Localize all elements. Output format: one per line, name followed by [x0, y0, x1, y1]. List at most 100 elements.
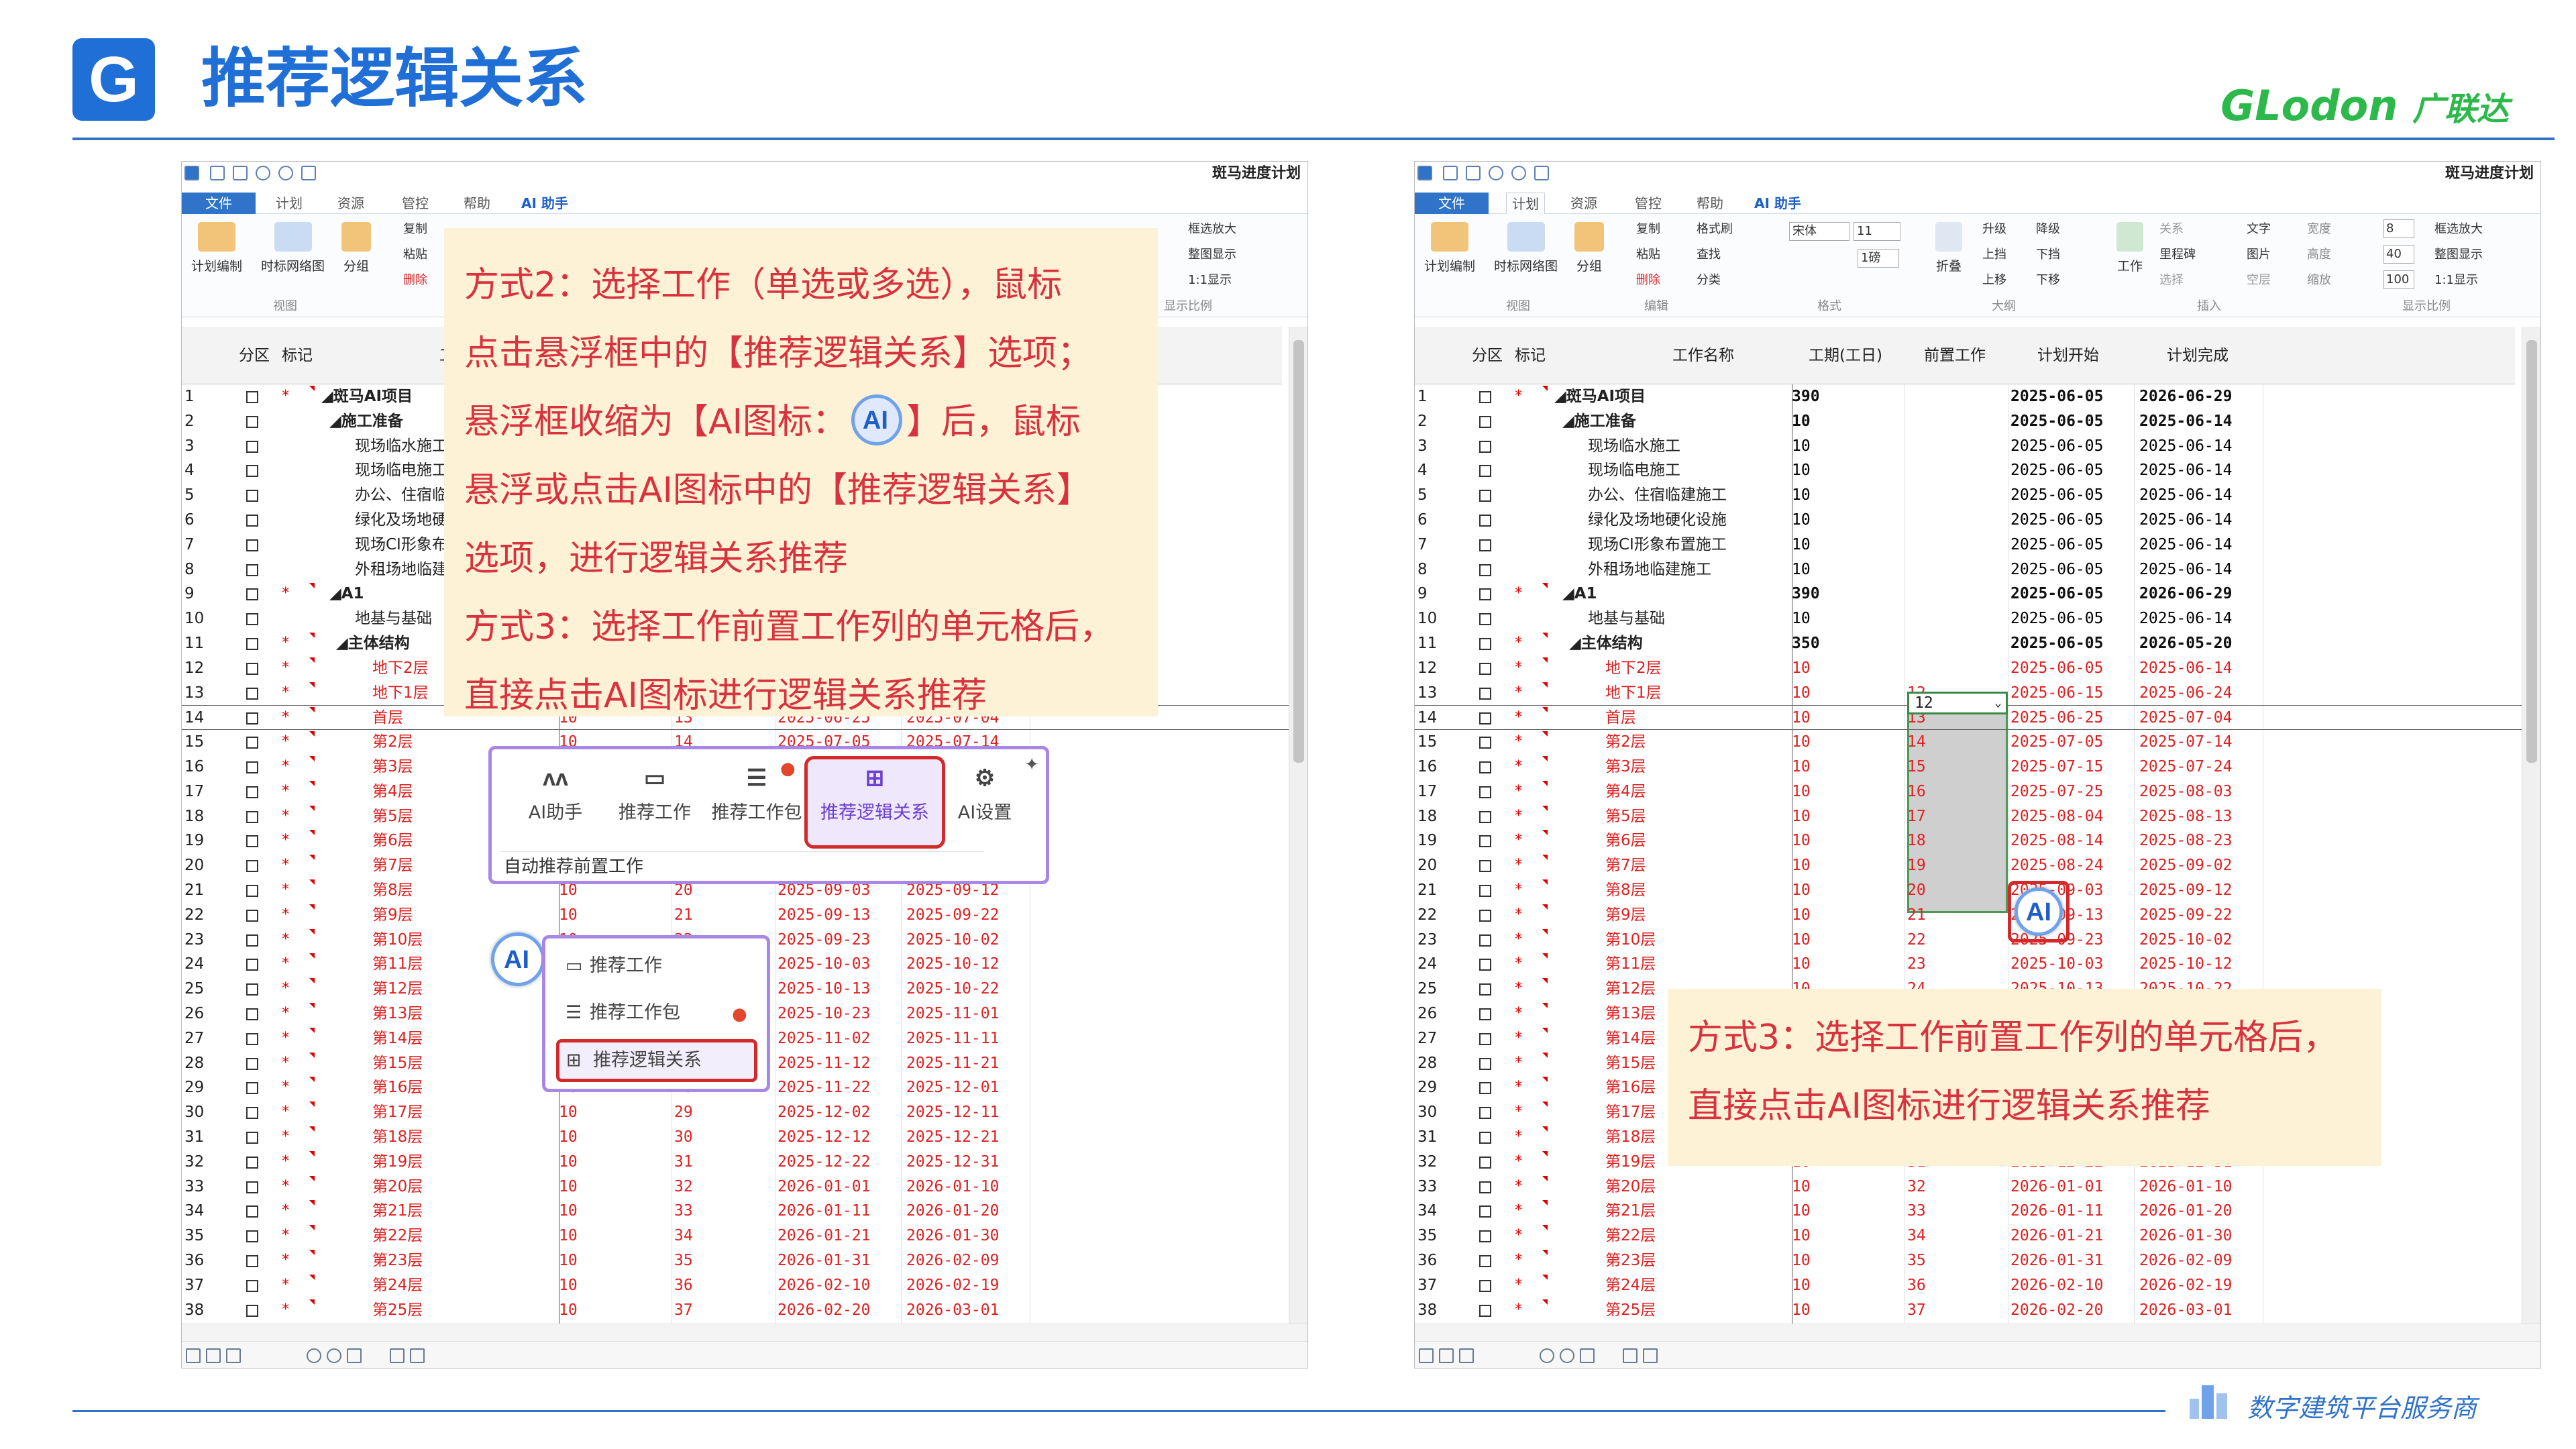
- print-icon[interactable]: [301, 166, 316, 180]
- contrast-icon[interactable]: [1560, 1348, 1574, 1363]
- one-to-one-button[interactable]: 1:1显示: [2434, 272, 2478, 289]
- row-checkbox[interactable]: [246, 712, 258, 725]
- new-icon[interactable]: [1443, 166, 1458, 180]
- whole-view-button[interactable]: 整图显示: [1188, 246, 1236, 264]
- row-checkbox[interactable]: [1479, 1132, 1491, 1144]
- row-checkbox[interactable]: [246, 761, 258, 773]
- height-input[interactable]: 40: [2383, 245, 2414, 264]
- table-row[interactable]: 1 * ◢斑马AI项目 390 2025-06-05 2026-06-29: [1415, 384, 2523, 409]
- row-checkbox[interactable]: [1479, 662, 1491, 675]
- row-checkbox[interactable]: [1479, 490, 1491, 502]
- tab-control[interactable]: 管控: [402, 193, 429, 214]
- grid-icon[interactable]: [246, 1348, 261, 1363]
- table-row[interactable]: 21 * 第8层 10 20 2025-09-03 2025-09-12: [1415, 878, 2523, 903]
- header-predecessor[interactable]: 前置工作: [1904, 327, 2005, 384]
- row-checkbox[interactable]: [246, 1230, 258, 1243]
- timescale-network-button[interactable]: 时标网络图: [261, 222, 325, 274]
- view-icon[interactable]: [1439, 1348, 1454, 1363]
- row-checkbox[interactable]: [1479, 909, 1491, 922]
- table-row[interactable]: 34 * 第21层 10 33 2026-01-11 2026-01-20: [1415, 1199, 2523, 1224]
- goto-up-button[interactable]: 上挡: [1982, 246, 2006, 264]
- row-checkbox[interactable]: [1479, 1304, 1491, 1317]
- filter-icon[interactable]: [1540, 1348, 1554, 1363]
- view-icon[interactable]: [186, 1348, 201, 1363]
- row-checkbox[interactable]: [246, 1107, 258, 1120]
- view-icon[interactable]: [1459, 1348, 1474, 1363]
- row-checkbox[interactable]: [1479, 1230, 1491, 1243]
- pin-icon[interactable]: ✦: [1024, 755, 1039, 775]
- row-checkbox[interactable]: [246, 1279, 258, 1292]
- table-row[interactable]: 4 现场临电施工 10 2025-06-05 2025-06-14: [1415, 458, 2523, 483]
- table-row[interactable]: 36 * 第23层 10 35 2026-01-31 2026-02-09: [1415, 1248, 2523, 1273]
- row-checkbox[interactable]: [246, 909, 258, 922]
- header-mark[interactable]: 标记: [277, 327, 317, 384]
- plan-edit-button[interactable]: 计划编制: [1424, 222, 1475, 274]
- tab-resource[interactable]: 资源: [1570, 193, 1597, 214]
- table-row[interactable]: 33 * 第20层 10 32 2026-01-01 2026-01-10: [1415, 1175, 2523, 1199]
- row-checkbox[interactable]: [1479, 835, 1491, 848]
- vertical-scrollbar[interactable]: [1289, 327, 1307, 1342]
- table-row[interactable]: 6 绿化及场地硬化设施 10 2025-06-05 2025-06-14: [1415, 508, 2523, 533]
- row-checkbox[interactable]: [246, 638, 258, 650]
- row-checkbox[interactable]: [1479, 786, 1491, 798]
- row-checkbox[interactable]: [1479, 712, 1491, 725]
- row-checkbox[interactable]: [246, 835, 258, 848]
- row-checkbox[interactable]: [1479, 1008, 1491, 1020]
- horizontal-scrollbar[interactable]: [182, 1324, 1307, 1341]
- row-checkbox[interactable]: [1479, 588, 1491, 601]
- classify-button[interactable]: 分类: [1697, 272, 1721, 289]
- table-row[interactable]: 16*第3层10152025-07-152025-07-24: [1415, 755, 2523, 780]
- panel-icon[interactable]: [1623, 1348, 1638, 1363]
- layout-icon[interactable]: [1580, 1348, 1595, 1363]
- menu-recommend-package[interactable]: ☰ 推荐工作包 ●: [556, 995, 757, 1031]
- tab-ai-assistant[interactable]: AI 助手: [521, 193, 568, 214]
- table-row[interactable]: 38 * 第25层 10 37 2026-02-20 2026-03-01: [182, 1298, 1290, 1323]
- row-checkbox[interactable]: [1479, 1279, 1491, 1292]
- row-checkbox[interactable]: [1479, 638, 1491, 650]
- row-checkbox[interactable]: [1479, 564, 1491, 576]
- predecessor-cell-editor[interactable]: 12 ⌄: [1907, 692, 2008, 714]
- zoom-input[interactable]: 100: [2383, 270, 2414, 289]
- goto-down-button[interactable]: 下挡: [2036, 246, 2060, 264]
- delete-button[interactable]: 删除: [1636, 272, 1660, 289]
- work-button[interactable]: 工作: [2116, 222, 2143, 274]
- table-row[interactable]: 17*第4层10162025-07-252025-08-03: [1415, 780, 2523, 804]
- table-row[interactable]: 37 * 第24层 10 36 2026-02-10 2026-02-19: [1415, 1273, 2523, 1298]
- milestone-button[interactable]: 里程碑: [2159, 246, 2196, 264]
- picture-button[interactable]: 图片: [2247, 246, 2271, 264]
- horizontal-scrollbar[interactable]: [1415, 1324, 2540, 1341]
- print-icon[interactable]: [1534, 166, 1549, 180]
- table-row[interactable]: 5 办公、住宿临建施工 10 2025-06-05 2025-06-14: [1415, 483, 2523, 508]
- select-button[interactable]: 选择: [2159, 272, 2184, 289]
- tab-file[interactable]: 文件: [1415, 193, 1489, 214]
- undo-icon[interactable]: [1489, 166, 1503, 180]
- tab-help[interactable]: 帮助: [464, 193, 490, 214]
- row-checkbox[interactable]: [1479, 959, 1491, 971]
- row-checkbox[interactable]: [246, 564, 258, 576]
- group-button[interactable]: 分组: [1574, 222, 1604, 274]
- row-checkbox[interactable]: [246, 662, 258, 675]
- table-row[interactable]: 36 * 第23层 10 35 2026-01-31 2026-02-09: [182, 1248, 1290, 1273]
- view-icon[interactable]: [1419, 1348, 1434, 1363]
- recommend-logic-button[interactable]: ⊞ 推荐逻辑关系: [818, 767, 932, 824]
- row-checkbox[interactable]: [1479, 465, 1491, 478]
- header-name[interactable]: 工作名称: [1616, 327, 1790, 384]
- row-checkbox[interactable]: [246, 490, 258, 502]
- tab-resource[interactable]: 资源: [337, 193, 364, 214]
- row-checkbox[interactable]: [246, 588, 258, 601]
- scroll-thumb[interactable]: [1293, 340, 1304, 763]
- row-checkbox[interactable]: [246, 1205, 258, 1218]
- header-zone[interactable]: 分区: [1467, 327, 1507, 384]
- row-checkbox[interactable]: [246, 860, 258, 873]
- table-row[interactable]: 20*第7层10192025-08-242025-09-02: [1415, 853, 2523, 878]
- format-brush-button[interactable]: 格式刷: [1697, 221, 1733, 238]
- copy-button[interactable]: 复制: [403, 221, 427, 238]
- font-select[interactable]: 宋体: [1789, 222, 1849, 241]
- row-checkbox[interactable]: [246, 983, 258, 996]
- table-row[interactable]: 2 ◢施工准备 10 2025-06-05 2025-06-14: [1415, 409, 2523, 434]
- tab-plan[interactable]: 计划: [1506, 193, 1545, 214]
- row-checkbox[interactable]: [1479, 860, 1491, 873]
- row-checkbox[interactable]: [246, 1255, 258, 1267]
- recommend-package-button[interactable]: ☰ 推荐工作包: [700, 767, 814, 824]
- table-row[interactable]: 24*第11层10232025-10-032025-10-12: [1415, 952, 2523, 977]
